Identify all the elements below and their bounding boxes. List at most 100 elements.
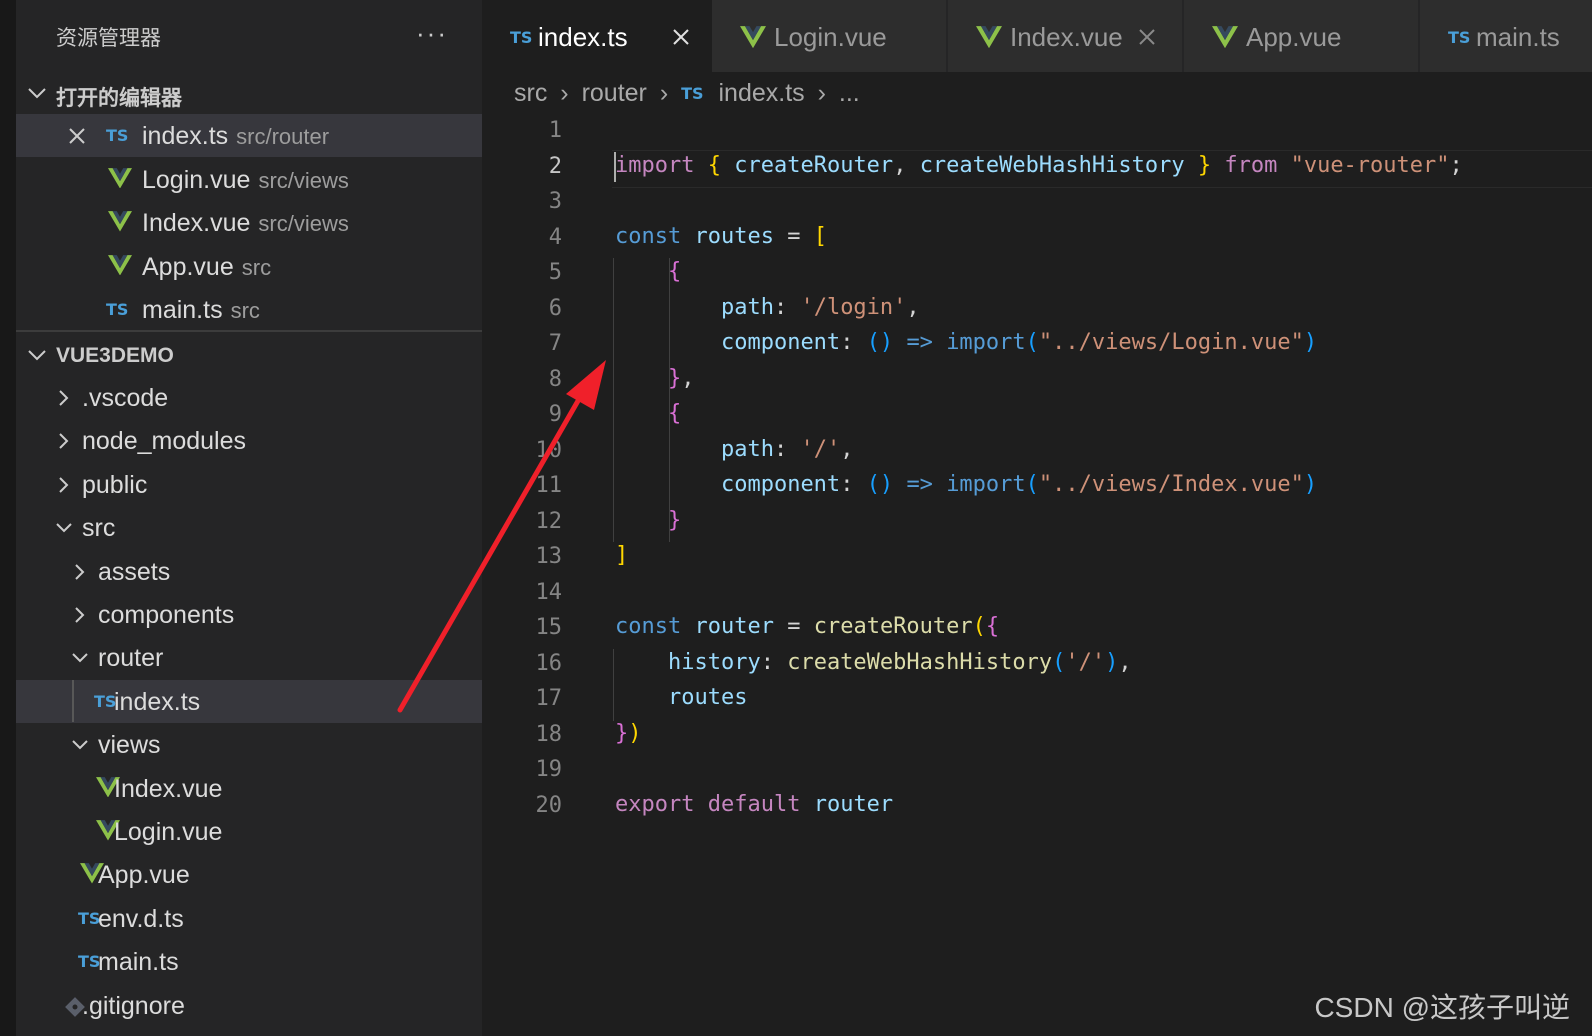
code-token: createRouter [734,152,894,178]
editor-tab-bar: TS index.ts Login.vue Index.vue App.vue TS mai… [482,0,1592,72]
tree-item[interactable]: .gitignore [16,984,482,1027]
tree-item[interactable]: router [16,636,482,679]
ts-file-icon: TS [681,83,704,103]
code-token: router [813,791,894,817]
vue-icon [976,26,1002,49]
tree-item[interactable]: .vscode [16,376,482,419]
open-editors-header[interactable]: 打开的编辑器 [16,74,482,114]
breadcrumb-item-router[interactable]: router [582,79,647,108]
indent-guide [613,258,614,542]
line-number: 2 [548,153,562,179]
code-editor[interactable]: 1 2 3 4 5 6 7 8 9 10 11 12 13 14 15 16 17 18 19 20 import { … [482,116,1592,1036]
tab-label: index.ts [538,22,628,52]
tree-item[interactable]: TS main.ts [16,940,482,983]
line-number: 15 [535,615,563,640]
code-line: export default router [615,792,893,817]
close-icon[interactable] [1136,26,1158,48]
code-token: ( [1025,330,1039,355]
tab-index-ts[interactable]: TS index.ts [482,0,717,72]
tree-item-label: router [98,644,164,673]
code-line: path: '/', [615,437,853,462]
code-line: }, [615,366,695,391]
tree-item-label: App.vue [98,861,190,890]
code-token: routes [694,223,774,249]
code-token: "../views/Index.vue" [1038,472,1304,497]
line-number: 5 [548,260,562,285]
code-token: = [773,614,814,639]
code-token: } [1197,152,1212,178]
breadcrumb-item-symbols[interactable]: ... [839,79,860,108]
open-editor-item[interactable]: Login.vue src/views [16,158,482,201]
tree-item[interactable]: Login.vue [16,810,482,853]
indent-guide [669,258,670,400]
vue-icon [1212,26,1238,49]
tree-item[interactable]: components [16,593,482,636]
code-token: : [773,436,801,462]
tab-login-vue[interactable]: Login.vue [712,0,947,72]
close-icon[interactable] [670,26,692,48]
file-path: src/views [258,167,349,193]
more-actions-button[interactable]: ··· [416,18,448,49]
indent-guide [613,649,614,721]
code-token: import [946,330,1026,355]
tab-main-ts[interactable]: TS main.ts [1420,0,1592,72]
open-editor-item[interactable]: App.vue src [16,245,482,288]
code-line: component: () => import("../views/Index.… [615,472,1317,497]
tree-item-label: assets [98,557,171,586]
code-token: '/' [800,436,841,462]
code-token: } [615,720,629,746]
tree-item[interactable]: App.vue [16,853,482,896]
ts-icon: TS [106,126,129,145]
tree-item[interactable]: Index.vue [16,767,482,810]
tree-item[interactable]: assets [16,550,482,593]
open-editor-name: Login.vue src/views [142,166,349,195]
file-path: src [230,298,260,323]
open-editor-item[interactable]: TS main.ts src [16,288,482,331]
tree-item[interactable]: views [16,723,482,766]
tab-index-vue[interactable]: Index.vue [948,0,1183,72]
open-editor-item[interactable]: TS index.ts src/router [16,114,482,157]
explorer-sidebar: 资源管理器 ··· 打开的编辑器 TS index.ts src/router Log… [16,0,482,1036]
line-number: 17 [535,686,563,711]
tree-item[interactable]: TS env.d.ts [16,897,482,940]
tree-item-label: env.d.ts [98,904,184,933]
vue-icon [108,211,134,235]
line-number: 1 [548,118,562,143]
open-editor-name: index.ts src/router [142,122,329,151]
ts-icon: TS [106,300,129,319]
line-number: 8 [548,366,562,392]
chevron-right-icon [70,562,90,582]
line-number: 7 [548,331,562,356]
code-token: from [1224,152,1278,178]
tree-item[interactable]: src [16,506,482,549]
code-token: routes [667,685,748,710]
code-token: default [707,791,801,817]
explorer-header: 资源管理器 ··· [16,0,482,70]
line-number: 10 [535,437,563,463]
tab-app-vue[interactable]: App.vue [1184,0,1419,72]
tree-item[interactable]: node_modules [16,419,482,462]
tree-item[interactable]: TS index.ts [16,679,482,723]
breadcrumb-item-file[interactable]: index.ts [719,79,805,108]
file-path: src/views [258,211,349,236]
open-editor-item[interactable]: Index.vue src/views [16,201,482,244]
chevron-down-icon [54,518,74,538]
project-header[interactable]: VUE3DEMO [16,336,482,376]
code-line: import { createRouter, createWebHashHist… [615,153,1463,178]
tree-item[interactable]: public [16,463,482,506]
tree-item-label: public [82,470,148,499]
vue-icon [740,26,766,49]
close-icon[interactable] [66,125,88,147]
code-token: '/login' [800,294,907,320]
breadcrumb-item-src[interactable]: src [514,79,547,108]
tree-item-label: .gitignore [82,991,185,1020]
code-token: ) [1303,330,1318,355]
